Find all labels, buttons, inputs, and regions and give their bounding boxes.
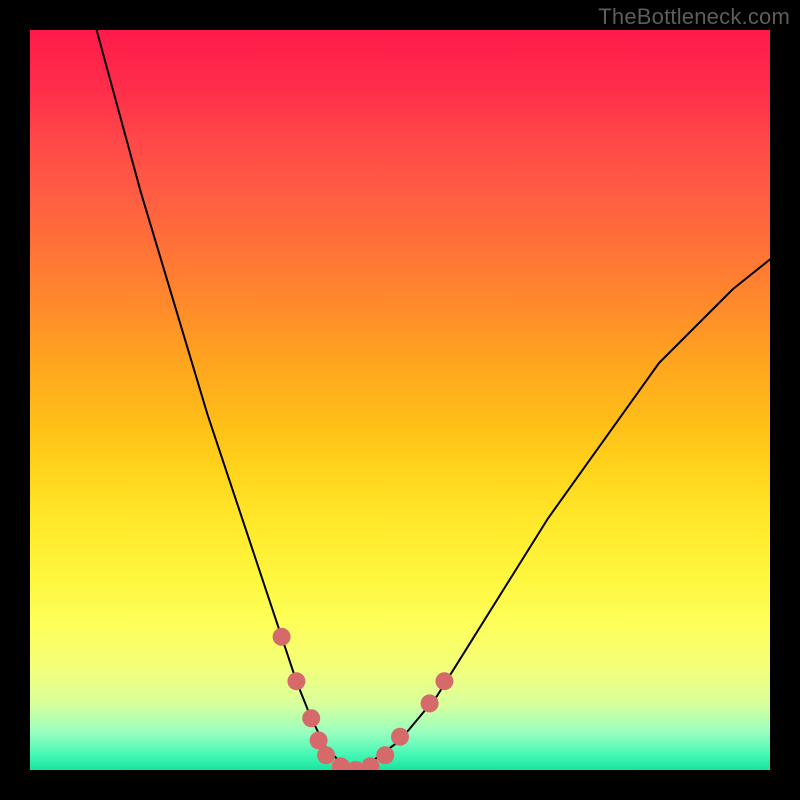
highlight-marker [287,672,305,690]
highlight-marker [273,628,291,646]
chart-frame: TheBottleneck.com [0,0,800,800]
plot-area [30,30,770,770]
marker-layer [30,30,770,770]
highlight-marker [302,709,320,727]
highlight-marker [391,728,409,746]
highlight-marker [421,694,439,712]
highlight-marker [376,746,394,764]
highlight-markers [273,628,454,770]
highlight-marker [361,757,379,770]
watermark-label: TheBottleneck.com [598,4,790,30]
highlight-marker [435,672,453,690]
highlight-marker [317,746,335,764]
